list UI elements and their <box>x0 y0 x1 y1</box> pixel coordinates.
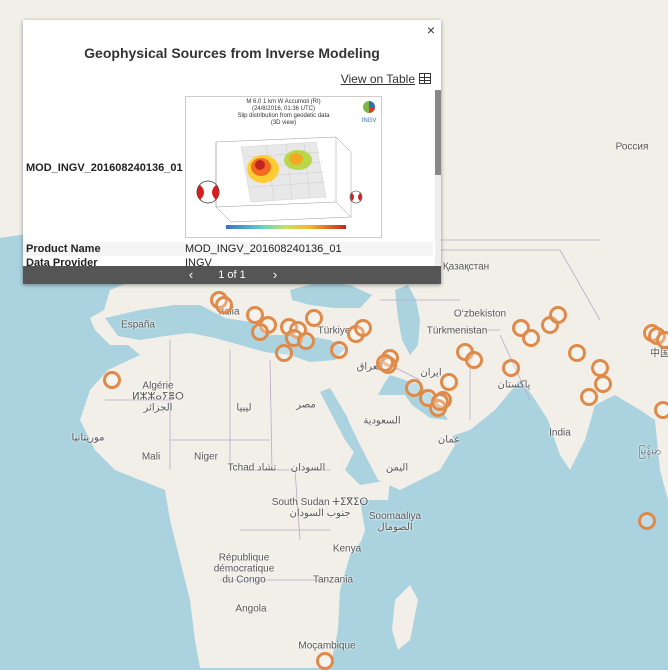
source-marker[interactable] <box>376 354 394 372</box>
source-marker[interactable] <box>502 359 520 377</box>
map-label-india: India <box>549 427 571 439</box>
feature-popup: × Geophysical Sources from Inverse Model… <box>23 20 441 284</box>
map-label-oman: عمان <box>437 434 461 446</box>
map-label-mozambique: Moçambique <box>298 640 356 652</box>
source-marker[interactable] <box>568 344 586 362</box>
source-marker[interactable] <box>654 401 668 419</box>
map-label-mali: Mali <box>141 451 161 463</box>
source-marker[interactable] <box>465 351 483 369</box>
source-marker[interactable] <box>354 319 372 337</box>
source-marker[interactable] <box>580 388 598 406</box>
source-marker[interactable] <box>275 344 293 362</box>
map-label-myanmar: မြန်မာ <box>638 446 662 458</box>
feature-id: MOD_INGV_201608240136_01 <box>26 162 183 174</box>
source-marker[interactable] <box>522 329 540 347</box>
popup-pager: ‹ 1 of 1 › <box>23 266 441 284</box>
popup-title: Geophysical Sources from Inverse Modelin… <box>84 45 380 61</box>
map-label-libya: ليبيا <box>236 402 252 414</box>
previous-feature-button[interactable]: ‹ <box>181 266 201 284</box>
map-label-spain: España <box>121 319 155 331</box>
view-on-table-label[interactable]: View on Table <box>341 72 415 86</box>
map-label-iran: ایران <box>420 367 442 379</box>
attribute-key: Product Name <box>26 243 101 255</box>
popup-scrollbar[interactable] <box>435 90 441 268</box>
next-feature-button[interactable]: › <box>265 266 285 284</box>
map-label-mauritania: موريتانيا <box>71 432 105 444</box>
map-label-kenya: Kenya <box>332 543 362 555</box>
ingv-logo-text: INGV <box>362 118 377 124</box>
attributes-table: Product Name MOD_INGV_201608240136_01 Da… <box>23 242 433 268</box>
source-marker[interactable] <box>638 512 656 530</box>
source-marker[interactable] <box>656 331 668 349</box>
map-label-chad: Tchad تشاد <box>227 462 277 474</box>
source-marker[interactable] <box>440 373 458 391</box>
slip-plot-graphic: INGV <box>196 101 377 229</box>
source-marker[interactable] <box>251 323 269 341</box>
map-label-somalia: Soomaaliya الصومال <box>368 511 422 533</box>
map-label-niger: Niger <box>194 451 218 463</box>
map-label-uzbekistan: O‘zbekiston <box>453 308 507 320</box>
map-label-algeria: Algérie ⵍⵣⵣⴰⵢⴻⵔ الجزائر <box>132 380 184 414</box>
map-label-south-sudan: South Sudan ⵜⵉⴳⵉⵔ جنوب السودان <box>271 497 369 519</box>
map-label-yemen: اليمن <box>385 462 409 474</box>
map-label-turkey: Türkiye <box>317 325 351 337</box>
source-marker[interactable] <box>594 375 612 393</box>
pager-count: 1 of 1 <box>218 269 246 281</box>
map-label-pakistan: پاکستان <box>497 379 531 391</box>
map-label-kazakhstan: Қазақстан <box>442 261 490 273</box>
scrollbar-thumb[interactable] <box>435 90 441 175</box>
source-marker[interactable] <box>549 306 567 324</box>
map-label-drc: République démocratique du Congo <box>213 552 275 586</box>
map-label-tanzania: Tanzania <box>312 574 354 586</box>
map-label-turkmenistan: Türkmenistan <box>426 325 488 337</box>
table-row: Product Name MOD_INGV_201608240136_01 <box>23 242 433 256</box>
source-marker[interactable] <box>305 309 323 327</box>
popup-content[interactable]: MOD_INGV_201608240136_01 M 6.0 1 km W Ac… <box>23 90 437 268</box>
popup-close-button[interactable]: × <box>427 22 435 38</box>
source-marker[interactable] <box>330 341 348 359</box>
map-label-egypt: مصر <box>296 399 316 411</box>
map-label-russia: Россия <box>615 141 649 153</box>
map-label-angola: Angola <box>235 603 267 615</box>
source-marker[interactable] <box>215 296 233 314</box>
view-on-table-link[interactable]: View on Table <box>341 72 431 86</box>
slip-distribution-thumbnail[interactable]: M 6.0 1 km W Accumoli (RI) (24/8/2016, 0… <box>185 96 382 238</box>
attribute-value: MOD_INGV_201608240136_01 <box>185 243 342 255</box>
source-marker[interactable] <box>431 393 449 411</box>
table-icon[interactable] <box>419 73 431 84</box>
source-marker[interactable] <box>316 652 334 670</box>
source-marker[interactable] <box>297 332 315 350</box>
map-label-sudan: السودان <box>290 462 326 474</box>
map-label-saudi: السعودية <box>363 415 401 427</box>
source-marker[interactable] <box>103 371 121 389</box>
